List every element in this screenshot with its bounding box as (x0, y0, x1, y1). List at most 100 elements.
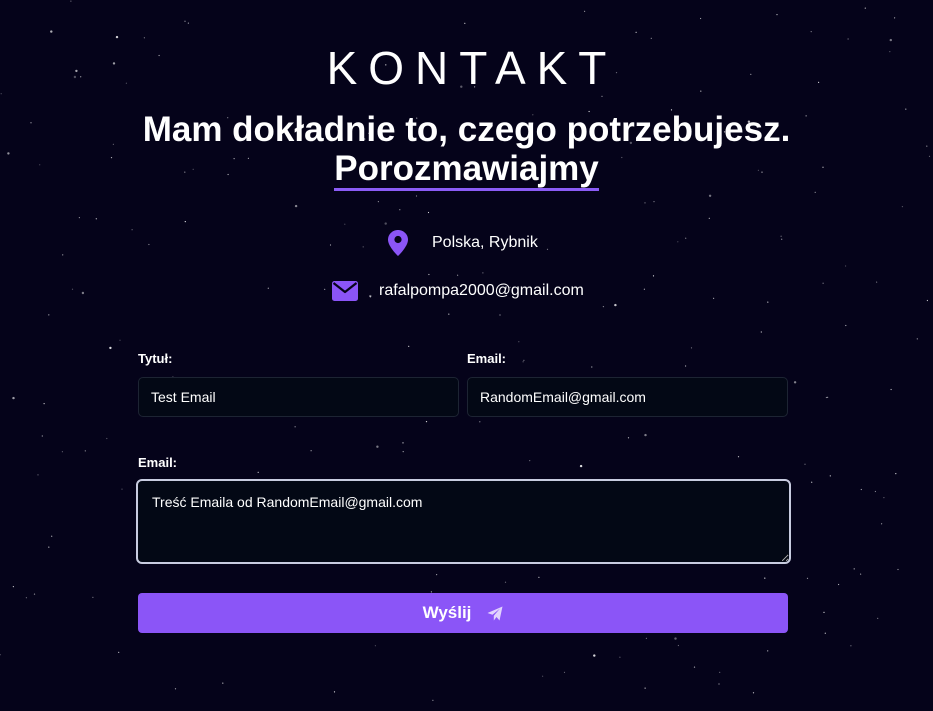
star (677, 644, 680, 647)
email-label: Email: (467, 351, 507, 366)
envelope-icon (331, 280, 359, 302)
star (106, 437, 108, 440)
star (70, 0, 72, 2)
star (644, 433, 647, 437)
star (522, 361, 524, 363)
star (374, 645, 376, 647)
star (677, 241, 679, 243)
star (95, 218, 97, 220)
star (650, 37, 652, 39)
star (115, 35, 119, 39)
star (894, 17, 896, 19)
star (222, 682, 224, 684)
star (602, 306, 605, 308)
star (267, 287, 269, 289)
star (71, 288, 74, 290)
star (926, 299, 929, 302)
star (84, 450, 86, 452)
star (187, 22, 189, 24)
star (427, 211, 430, 214)
star (781, 238, 783, 240)
star (12, 396, 15, 400)
title-input[interactable] (138, 377, 459, 417)
star (767, 650, 769, 652)
star (901, 206, 904, 208)
star (33, 593, 36, 595)
star (482, 272, 484, 274)
star (121, 488, 123, 490)
star (523, 359, 525, 361)
location-info: Polska, Rybnik (386, 230, 538, 256)
star (131, 229, 133, 231)
message-label: Email: (138, 455, 178, 470)
lets-talk-link[interactable]: Porozmawiajmy (334, 149, 599, 191)
star (776, 14, 778, 16)
star (814, 191, 816, 193)
star (563, 671, 566, 674)
star (883, 497, 885, 499)
star (752, 692, 755, 694)
section-heading: KONTAKT (326, 42, 618, 94)
star (119, 339, 121, 341)
star (793, 381, 797, 384)
star (614, 303, 617, 307)
star (764, 577, 766, 579)
email-input[interactable] (467, 377, 788, 417)
star (538, 576, 540, 578)
star (827, 396, 829, 398)
star (109, 346, 112, 350)
star (174, 688, 177, 690)
star (838, 583, 840, 586)
star (48, 546, 50, 548)
star (579, 464, 583, 468)
star (377, 201, 379, 203)
star (708, 217, 710, 219)
star (685, 237, 687, 239)
star (37, 474, 39, 476)
location-text: Polska, Rybnik (432, 234, 538, 251)
star (294, 204, 298, 208)
star (584, 10, 586, 12)
title-label: Tytuł: (138, 351, 173, 366)
star (12, 586, 14, 588)
star (41, 435, 43, 437)
star (760, 331, 762, 333)
star (324, 288, 326, 290)
star (780, 235, 782, 237)
star (479, 421, 481, 423)
star (719, 671, 721, 674)
star (61, 451, 64, 453)
star (148, 243, 150, 246)
star (804, 463, 806, 465)
star (529, 460, 531, 462)
star (877, 617, 879, 620)
star (619, 656, 621, 658)
email-info: rafalpompa2000@gmail.com (331, 280, 584, 302)
star (644, 202, 646, 204)
star (881, 523, 883, 525)
message-textarea[interactable]: Treść Emaila od RandomEmail@gmail.com (136, 479, 791, 564)
star (860, 488, 862, 491)
star (653, 201, 655, 203)
star (464, 22, 466, 24)
star (432, 699, 434, 701)
star (845, 324, 847, 327)
star (143, 37, 145, 39)
star (897, 568, 899, 571)
star (635, 31, 637, 33)
star (644, 687, 646, 689)
star (546, 248, 549, 250)
star (294, 426, 296, 428)
star (674, 637, 677, 640)
send-button[interactable]: Wyślij (138, 593, 788, 633)
star (184, 20, 186, 22)
star (627, 437, 630, 439)
star (718, 683, 720, 685)
star (810, 31, 812, 33)
star (415, 195, 418, 197)
star (542, 675, 544, 677)
star (457, 274, 459, 276)
star (690, 347, 693, 349)
star (824, 632, 826, 634)
star (860, 573, 862, 575)
